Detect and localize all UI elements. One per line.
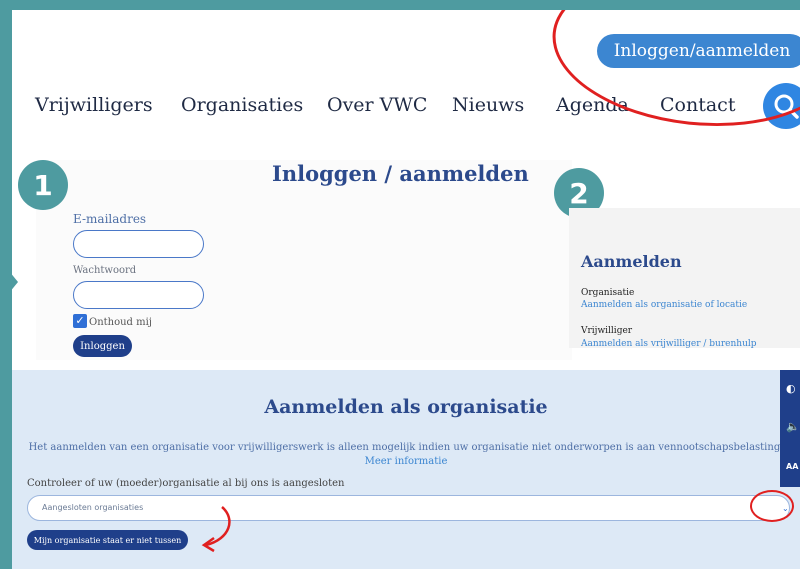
text-size-icon[interactable]: AA	[786, 462, 798, 471]
org-section-title: Aanmelden als organisatie	[264, 396, 548, 418]
login-panel	[36, 160, 572, 360]
nav-item-agenda[interactable]: Agenda	[556, 94, 629, 116]
login-submit-button[interactable]: Inloggen	[73, 335, 132, 357]
accessibility-toolbar: ◐ 🔈 AA	[780, 370, 800, 487]
nav-item-contact[interactable]: Contact	[660, 94, 735, 116]
register-org-label: Organisatie	[581, 288, 635, 298]
register-org-link[interactable]: Aanmelden als organisatie of locatie	[581, 300, 747, 310]
login-register-button[interactable]: Inloggen/aanmelden	[597, 34, 800, 68]
organisation-select[interactable]: Aangesloten organisaties	[27, 495, 790, 521]
page-title: Inloggen / aanmelden	[272, 161, 529, 186]
nav-item-vrijwilligers[interactable]: Vrijwilligers	[35, 94, 153, 116]
search-icon	[774, 94, 799, 119]
nav-item-organisaties[interactable]: Organisaties	[181, 94, 303, 116]
annotation-circle-dropdown	[750, 490, 794, 522]
register-volunteer-link[interactable]: Aanmelden als vrijwilliger / burenhulp	[581, 339, 757, 349]
password-field[interactable]	[73, 281, 204, 309]
page: Inloggen/aanmelden Vrijwilligers Organis…	[12, 10, 800, 569]
org-not-listed-button[interactable]: Mijn organisatie staat er niet tussen	[27, 530, 188, 550]
main-nav: Vrijwilligers Organisaties Over VWC Nieu…	[12, 94, 800, 124]
register-title: Aanmelden	[581, 252, 682, 271]
org-description: Het aanmelden van een organisatie voor v…	[28, 442, 784, 453]
register-volunteer-label: Vrijwilliger	[581, 326, 633, 336]
nav-item-over-vwc[interactable]: Over VWC	[327, 94, 427, 116]
annotation-arrow	[201, 506, 231, 553]
remember-checkbox[interactable]: ✓	[73, 314, 87, 328]
password-label: Wachtwoord	[73, 265, 137, 276]
org-check-text: Controleer of uw (moeder)organisatie al …	[27, 478, 345, 489]
speaker-icon[interactable]: 🔈	[786, 420, 800, 433]
email-field[interactable]	[73, 230, 204, 258]
more-info-link[interactable]: Meer informatie	[12, 456, 800, 467]
teal-pointer	[0, 260, 18, 304]
nav-item-nieuws[interactable]: Nieuws	[452, 94, 524, 116]
step-badge-1: 1	[18, 160, 68, 210]
remember-label: Onthoud mij	[89, 317, 152, 328]
contrast-icon[interactable]: ◐	[786, 382, 796, 395]
email-label: E-mailadres	[73, 212, 147, 226]
